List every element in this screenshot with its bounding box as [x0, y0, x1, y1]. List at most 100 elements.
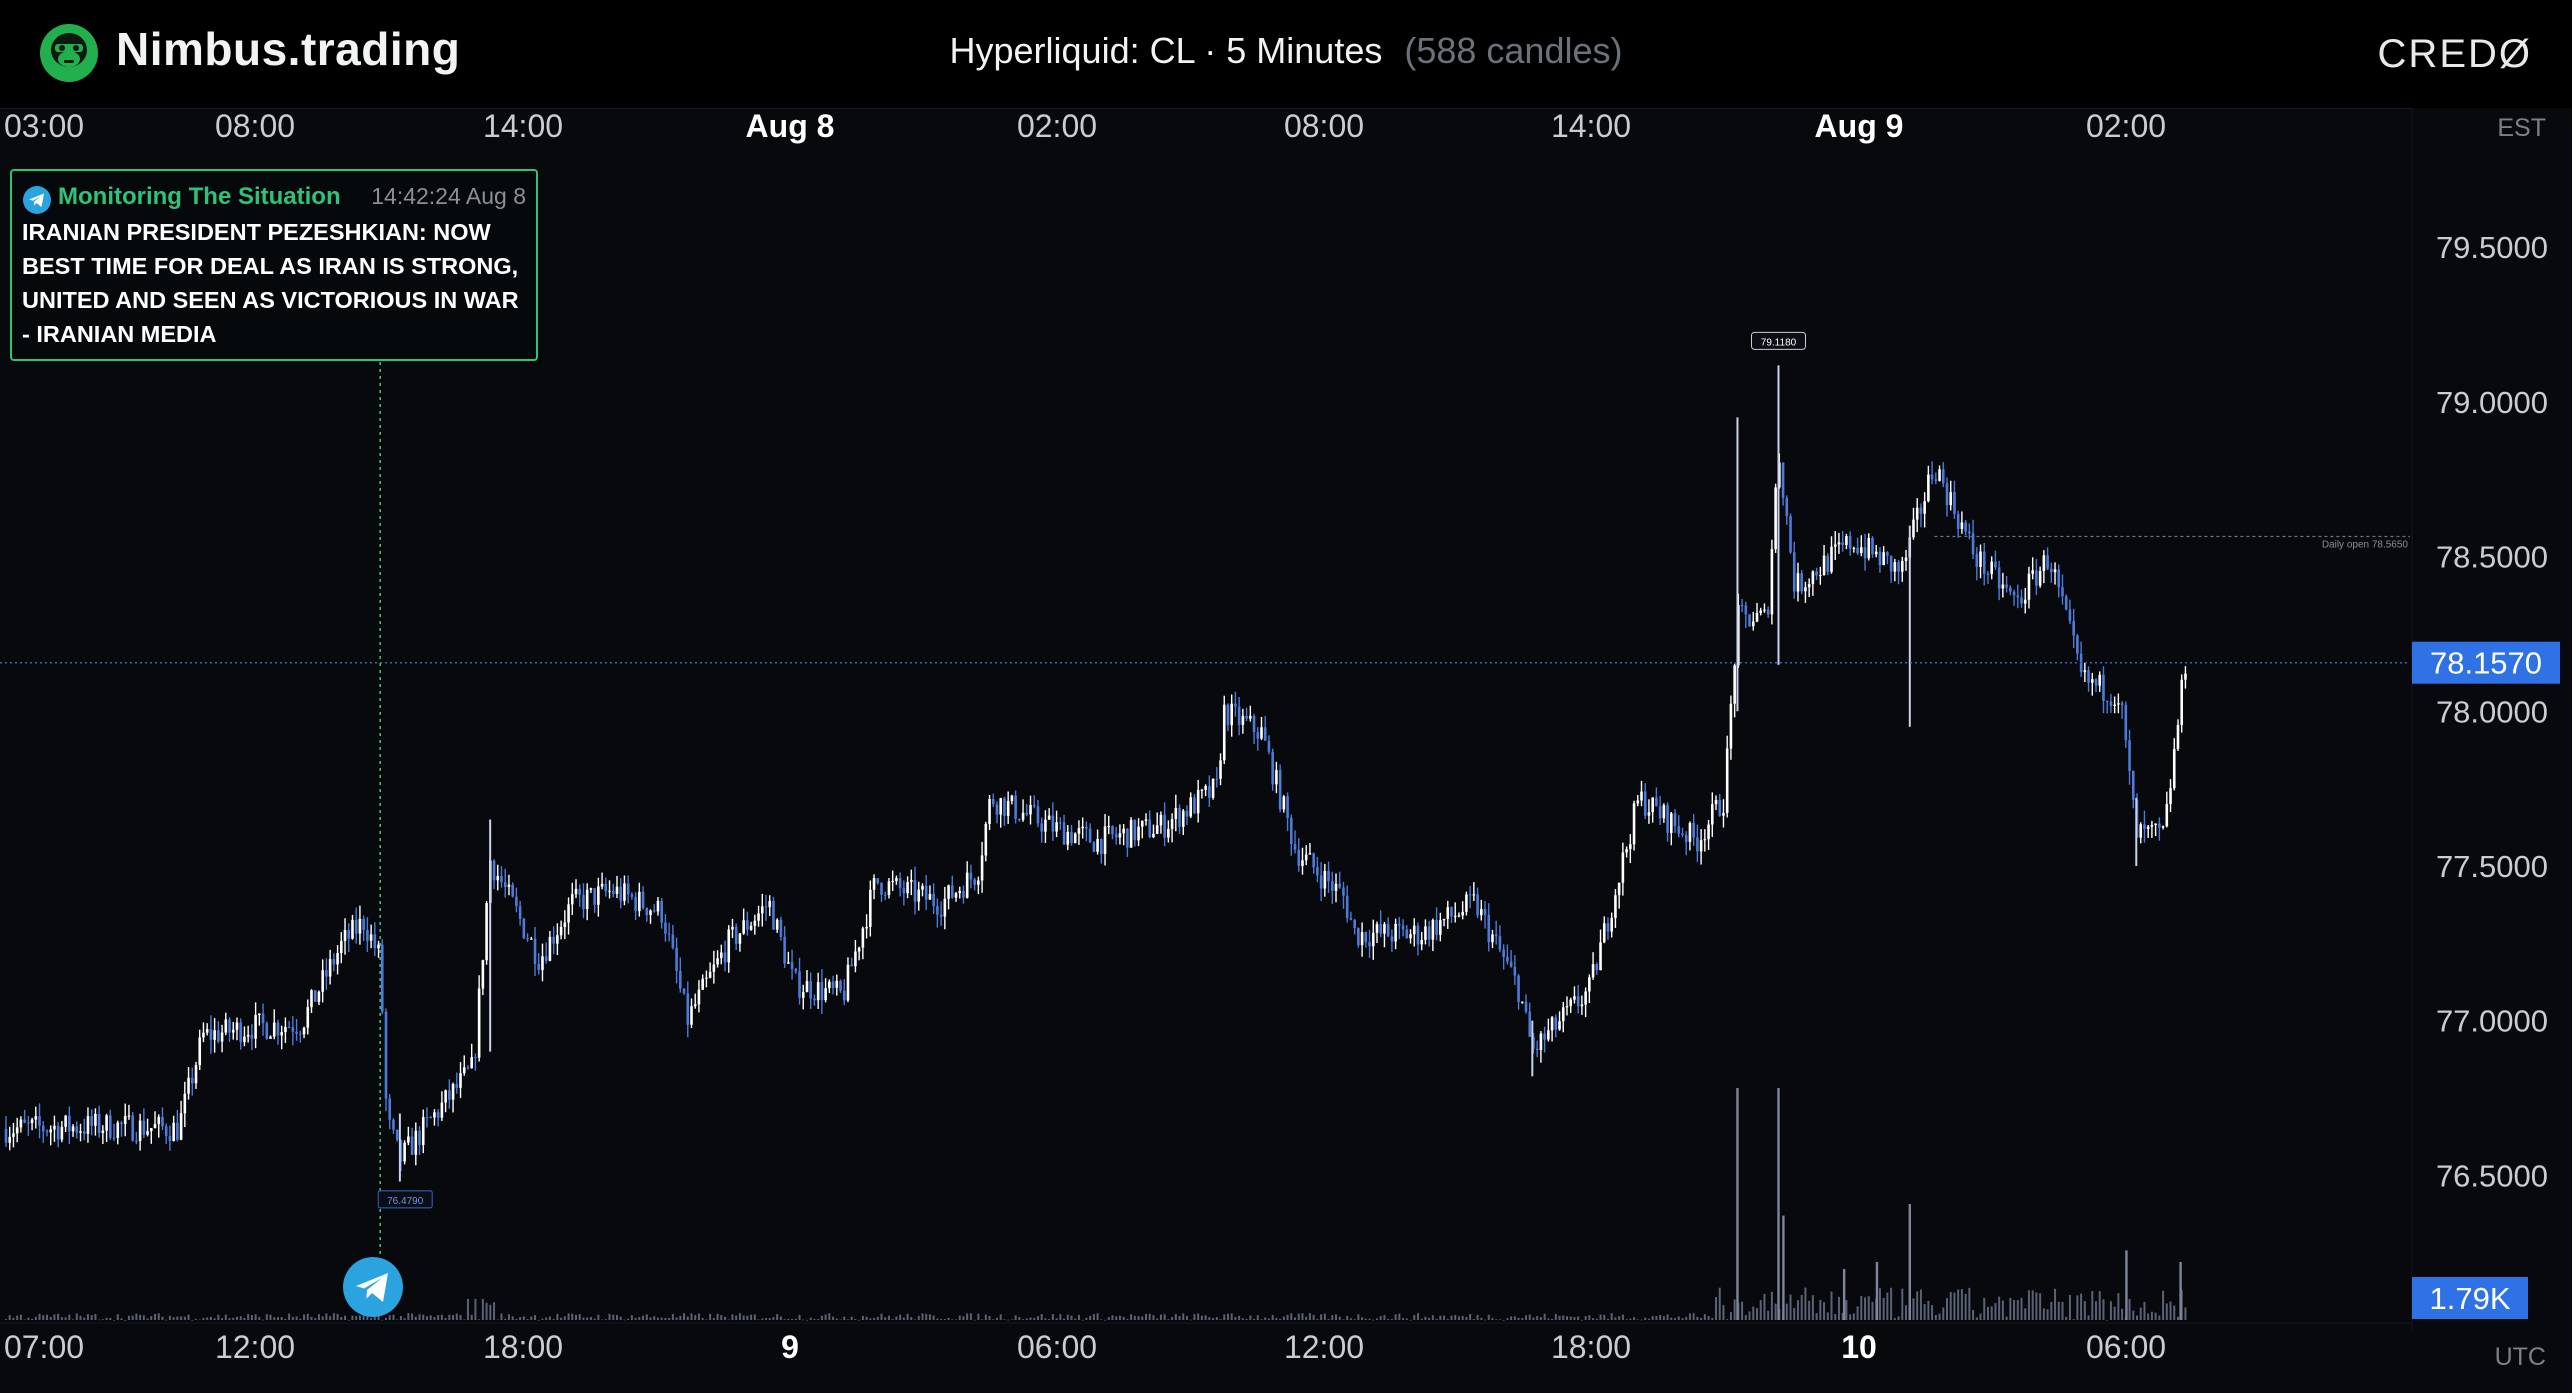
candle-body: [1427, 926, 1431, 940]
volume-bar: [411, 1313, 414, 1320]
volume-bar: [1416, 1313, 1419, 1320]
candle-body: [1491, 934, 1494, 943]
volume-bar: [224, 1314, 227, 1320]
price-tick-label: 79.0000: [2436, 385, 2548, 420]
volume-bar: [891, 1319, 894, 1320]
volume-bar: [168, 1315, 171, 1320]
volume-bar: [1972, 1309, 1975, 1320]
candle-body: [924, 885, 928, 900]
volume-bar: [597, 1314, 600, 1320]
candle-body: [1941, 469, 1945, 484]
candle-body: [764, 906, 768, 908]
volume-bar: [370, 1317, 373, 1320]
volume-bar: [273, 1317, 276, 1320]
current-price-label: 78.1570: [2430, 646, 2542, 681]
candle-body: [809, 981, 813, 999]
candle-body: [872, 878, 876, 890]
volume-bar: [634, 1317, 637, 1320]
volume-bar: [180, 1316, 183, 1320]
candle-body: [202, 1032, 205, 1038]
volume-bar: [1975, 1317, 1978, 1320]
candle-body: [373, 934, 377, 949]
candle-body: [883, 894, 887, 896]
candle-body: [593, 888, 596, 905]
candle-body: [604, 883, 608, 892]
time-axis-est[interactable]: 03:00 08:00 14:00 Aug 8 02:00 08:00 14:00 Aug 9…: [4, 108, 2166, 144]
volume-bar: [1614, 1317, 1617, 1320]
candle-body: [664, 922, 667, 934]
volume-bar: [1666, 1314, 1669, 1320]
candle-body: [1968, 531, 1971, 534]
volume-bar: [735, 1315, 738, 1320]
candle-body: [1643, 791, 1647, 816]
news-card[interactable]: Monitoring The Situation 14:42:24 Aug 8 …: [10, 169, 538, 361]
candle-body: [1096, 839, 1099, 852]
volume-bar: [27, 1317, 30, 1320]
volume-bar: [1476, 1314, 1479, 1320]
volume-bar: [1934, 1314, 1937, 1320]
candle-body: [1059, 822, 1062, 824]
volume-bar: [250, 1315, 253, 1320]
candle-body: [1912, 519, 1915, 538]
volume-bar: [712, 1318, 715, 1320]
candle-body: [1312, 853, 1315, 868]
volume-bar: [1603, 1314, 1606, 1320]
candle-body: [1722, 812, 1725, 816]
volume-bar: [83, 1317, 86, 1320]
candle-body: [1807, 584, 1811, 588]
candle-body: [1833, 544, 1837, 547]
candle-body: [962, 891, 965, 898]
candle-body: [954, 893, 958, 898]
volume-bar: [500, 1313, 503, 1320]
volume-bar: [191, 1319, 194, 1321]
volume-bar: [1994, 1303, 1997, 1320]
candle-body: [671, 934, 675, 948]
candle-body: [194, 1065, 198, 1084]
candle-body: [265, 1023, 269, 1039]
volume-bar: [1159, 1314, 1162, 1320]
volume-bar: [1562, 1315, 1565, 1320]
time-tick-utc: 12:00: [215, 1329, 295, 1365]
volume-bar: [630, 1315, 633, 1320]
volume-bar: [601, 1319, 604, 1321]
candle-body: [679, 970, 682, 989]
time-axis-utc[interactable]: 07:00 12:00 18:00 9 06:00 12:00 18:00 10 06:00 UT…: [0, 1322, 2546, 1371]
candle-body: [1446, 907, 1450, 919]
volume-bar: [1964, 1293, 1967, 1320]
price-tick-label: 78.0000: [2436, 694, 2548, 729]
candle-body: [112, 1137, 116, 1139]
candle-body: [351, 919, 354, 939]
candle-body: [358, 918, 362, 934]
candle-body: [1964, 522, 1967, 532]
volume-bar: [2095, 1301, 2098, 1320]
volume-bar: [1286, 1314, 1289, 1320]
volume-bar: [1167, 1319, 1170, 1320]
volume-bar: [697, 1313, 700, 1320]
candle-body: [176, 1122, 179, 1140]
telegram-event-marker-icon[interactable]: [342, 1256, 404, 1318]
price-axis[interactable]: 79.5000 79.0000 78.5000 78.0000 77.5000 77.00…: [2411, 108, 2572, 1393]
volume-bar: [861, 1315, 864, 1320]
candle-body: [1178, 808, 1181, 827]
volume-bar: [1577, 1316, 1580, 1320]
candle-body: [1200, 789, 1204, 791]
volume-bar: [787, 1318, 790, 1320]
candle-body: [131, 1115, 134, 1141]
candle-body: [779, 919, 783, 937]
candle-body: [2124, 704, 2128, 741]
candle-body: [2068, 609, 2072, 622]
volume-bar: [705, 1319, 708, 1320]
candle-body: [1569, 999, 1573, 1007]
volume-bar: [992, 1319, 995, 1320]
volume-bar: [120, 1318, 123, 1320]
candle-body: [869, 889, 872, 927]
candle-body: [801, 992, 805, 998]
candle-body: [1856, 547, 1859, 554]
partner-logo[interactable]: CREDØ: [2378, 32, 2532, 77]
volume-bar: [761, 1318, 764, 1320]
volume-bar: [683, 1313, 686, 1320]
candle-body: [1137, 826, 1140, 841]
candle-body: [1241, 715, 1245, 725]
candle-body: [500, 875, 503, 883]
candle-body: [1301, 860, 1304, 866]
